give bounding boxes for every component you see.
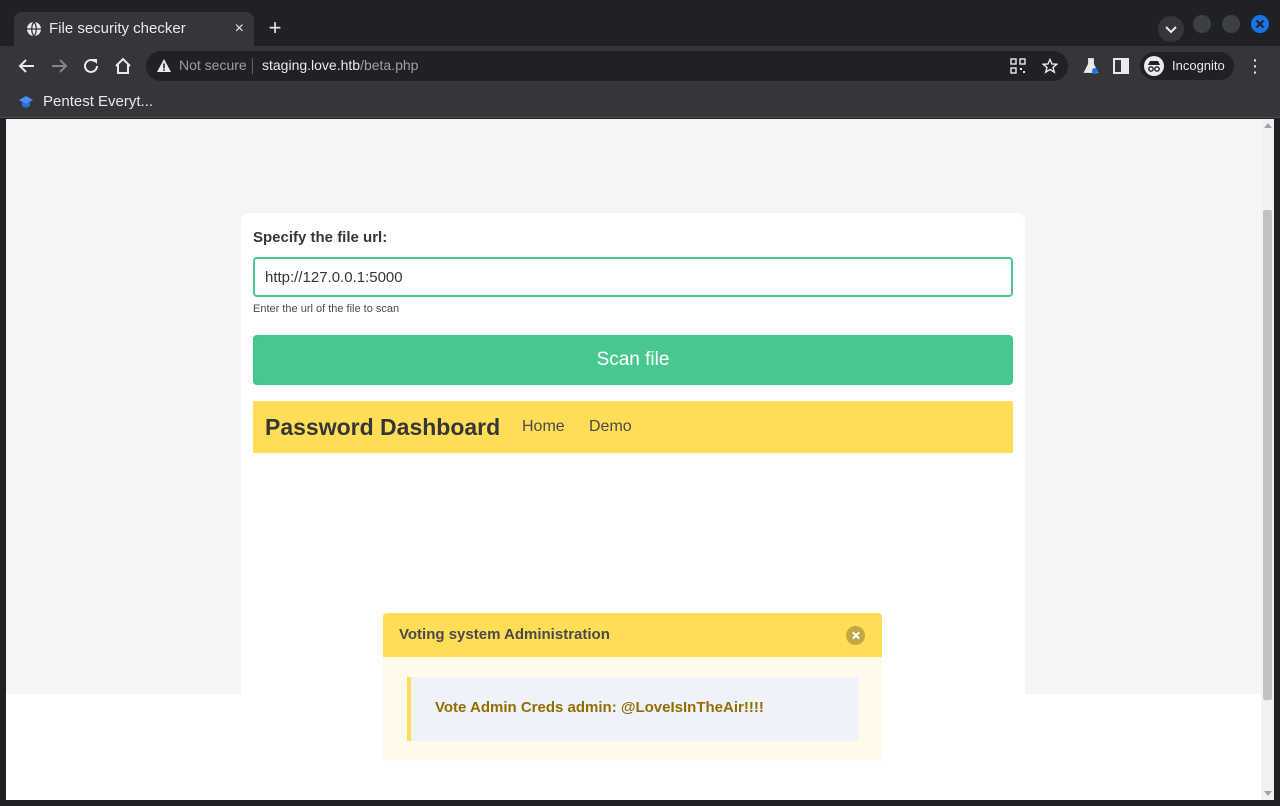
password-dashboard-navbar: Password Dashboard Home Demo bbox=[253, 401, 1013, 453]
file-url-help: Enter the url of the file to scan bbox=[253, 303, 400, 315]
file-url-input[interactable] bbox=[253, 257, 1013, 297]
back-arrow-icon[interactable] bbox=[16, 55, 38, 77]
window-close-button[interactable] bbox=[1251, 15, 1269, 33]
incognito-indicator[interactable]: Incognito bbox=[1140, 52, 1234, 80]
forward-arrow-icon[interactable] bbox=[48, 55, 70, 77]
bookmarks-bar: Pentest Everyt... bbox=[0, 86, 1280, 118]
navbar-brand[interactable]: Password Dashboard bbox=[265, 414, 500, 441]
minimize-button[interactable] bbox=[1193, 15, 1211, 33]
address-separator bbox=[252, 58, 253, 74]
warning-icon[interactable] bbox=[156, 58, 172, 74]
maximize-button[interactable] bbox=[1222, 15, 1240, 33]
not-secure-label[interactable]: Not secure bbox=[179, 57, 247, 73]
scroll-thumb[interactable] bbox=[1263, 210, 1272, 700]
scan-file-button[interactable]: Scan file bbox=[253, 335, 1013, 385]
browser-toolbar: Not secure staging.love.htb/beta.php Inc… bbox=[0, 46, 1280, 86]
address-bar[interactable]: Not secure staging.love.htb/beta.php bbox=[146, 51, 1068, 81]
incognito-icon bbox=[1144, 56, 1164, 76]
bookmark-star-icon[interactable] bbox=[1042, 58, 1058, 74]
notification-close-icon[interactable] bbox=[846, 626, 865, 645]
scroll-up-arrow-icon[interactable] bbox=[1264, 123, 1272, 128]
home-icon[interactable] bbox=[112, 55, 134, 77]
qr-code-icon[interactable] bbox=[1010, 58, 1026, 74]
url-text: staging.love.htb/beta.php bbox=[262, 57, 418, 73]
reload-icon[interactable] bbox=[80, 55, 102, 77]
notification-message: Vote Admin Creds admin: @LoveIsInTheAir!… bbox=[435, 699, 764, 716]
notification-title: Voting system Administration bbox=[399, 626, 610, 643]
notification-body: Vote Admin Creds admin: @LoveIsInTheAir!… bbox=[407, 677, 858, 741]
notification-header: Voting system Administration bbox=[383, 613, 882, 657]
menu-kebab-icon[interactable]: ⋮ bbox=[1246, 55, 1264, 77]
url-host: staging.love.htb bbox=[262, 57, 361, 73]
close-icon bbox=[1255, 19, 1265, 29]
labs-flask-icon[interactable] bbox=[1080, 55, 1102, 77]
browser-tab[interactable]: File security checker × bbox=[14, 12, 254, 46]
admin-notification: Voting system Administration Vote Admin … bbox=[383, 613, 882, 761]
nav-link-home[interactable]: Home bbox=[522, 418, 565, 436]
chevron-down-icon bbox=[1165, 26, 1177, 34]
graduation-cap-icon bbox=[19, 96, 33, 108]
globe-icon bbox=[27, 21, 41, 37]
page-scrollbar[interactable] bbox=[1261, 119, 1274, 800]
url-path: /beta.php bbox=[360, 57, 419, 73]
side-panel-icon[interactable] bbox=[1110, 55, 1132, 77]
nav-link-demo[interactable]: Demo bbox=[589, 418, 632, 436]
incognito-label: Incognito bbox=[1172, 58, 1225, 73]
file-url-label: Specify the file url: bbox=[253, 229, 388, 246]
tab-title: File security checker bbox=[49, 20, 186, 37]
tab-strip: File security checker × + bbox=[0, 0, 1280, 46]
scroll-down-arrow-icon[interactable] bbox=[1264, 791, 1272, 796]
bookmark-label: Pentest Everyt... bbox=[43, 93, 154, 110]
tab-search-button[interactable] bbox=[1158, 16, 1184, 42]
page-viewport: Specify the file url: Enter the url of t… bbox=[6, 119, 1274, 800]
new-tab-button[interactable]: + bbox=[264, 17, 286, 39]
tab-close-icon[interactable]: × bbox=[235, 19, 244, 39]
